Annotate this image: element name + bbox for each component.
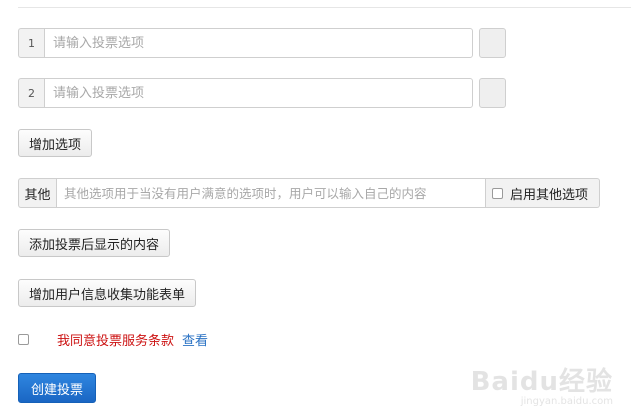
enable-other-label: 启用其他选项 — [510, 187, 589, 203]
enable-other-option-toggle[interactable]: 启用其他选项 — [486, 178, 600, 208]
agreement-row: 我同意投票服务条款 查看 — [18, 330, 208, 349]
vote-option-row-2: 2 — [18, 78, 473, 108]
add-post-vote-content-button[interactable]: 添加投票后显示的内容 — [18, 229, 171, 257]
add-user-info-form-button[interactable]: 增加用户信息收集功能表单 — [18, 279, 197, 307]
other-option-input[interactable] — [56, 178, 486, 208]
enable-other-checkbox[interactable] — [492, 187, 503, 199]
option-2-action-button[interactable] — [479, 78, 506, 108]
baidu-jingyan-watermark: Baidu经验 jingyan.baidu.com — [471, 361, 613, 407]
option-number-1: 1 — [18, 28, 44, 58]
other-option-row: 其他 启用其他选项 — [18, 178, 600, 208]
other-option-label: 其他 — [18, 178, 56, 208]
option-input-2[interactable] — [44, 78, 473, 108]
view-terms-link[interactable]: 查看 — [182, 330, 208, 349]
create-vote-button[interactable]: 创建投票 — [18, 373, 97, 403]
watermark-logo: Baidu经验 — [470, 367, 613, 397]
vote-option-row-1: 1 — [18, 28, 473, 58]
top-divider — [18, 7, 631, 8]
option-input-1[interactable] — [44, 28, 473, 58]
option-number-2: 2 — [18, 78, 44, 108]
option-1-action-button[interactable] — [479, 28, 506, 58]
agree-terms-checkbox[interactable] — [18, 333, 29, 345]
add-option-button[interactable]: 增加选项 — [18, 129, 93, 157]
agree-terms-text: 我同意投票服务条款 — [57, 333, 175, 349]
